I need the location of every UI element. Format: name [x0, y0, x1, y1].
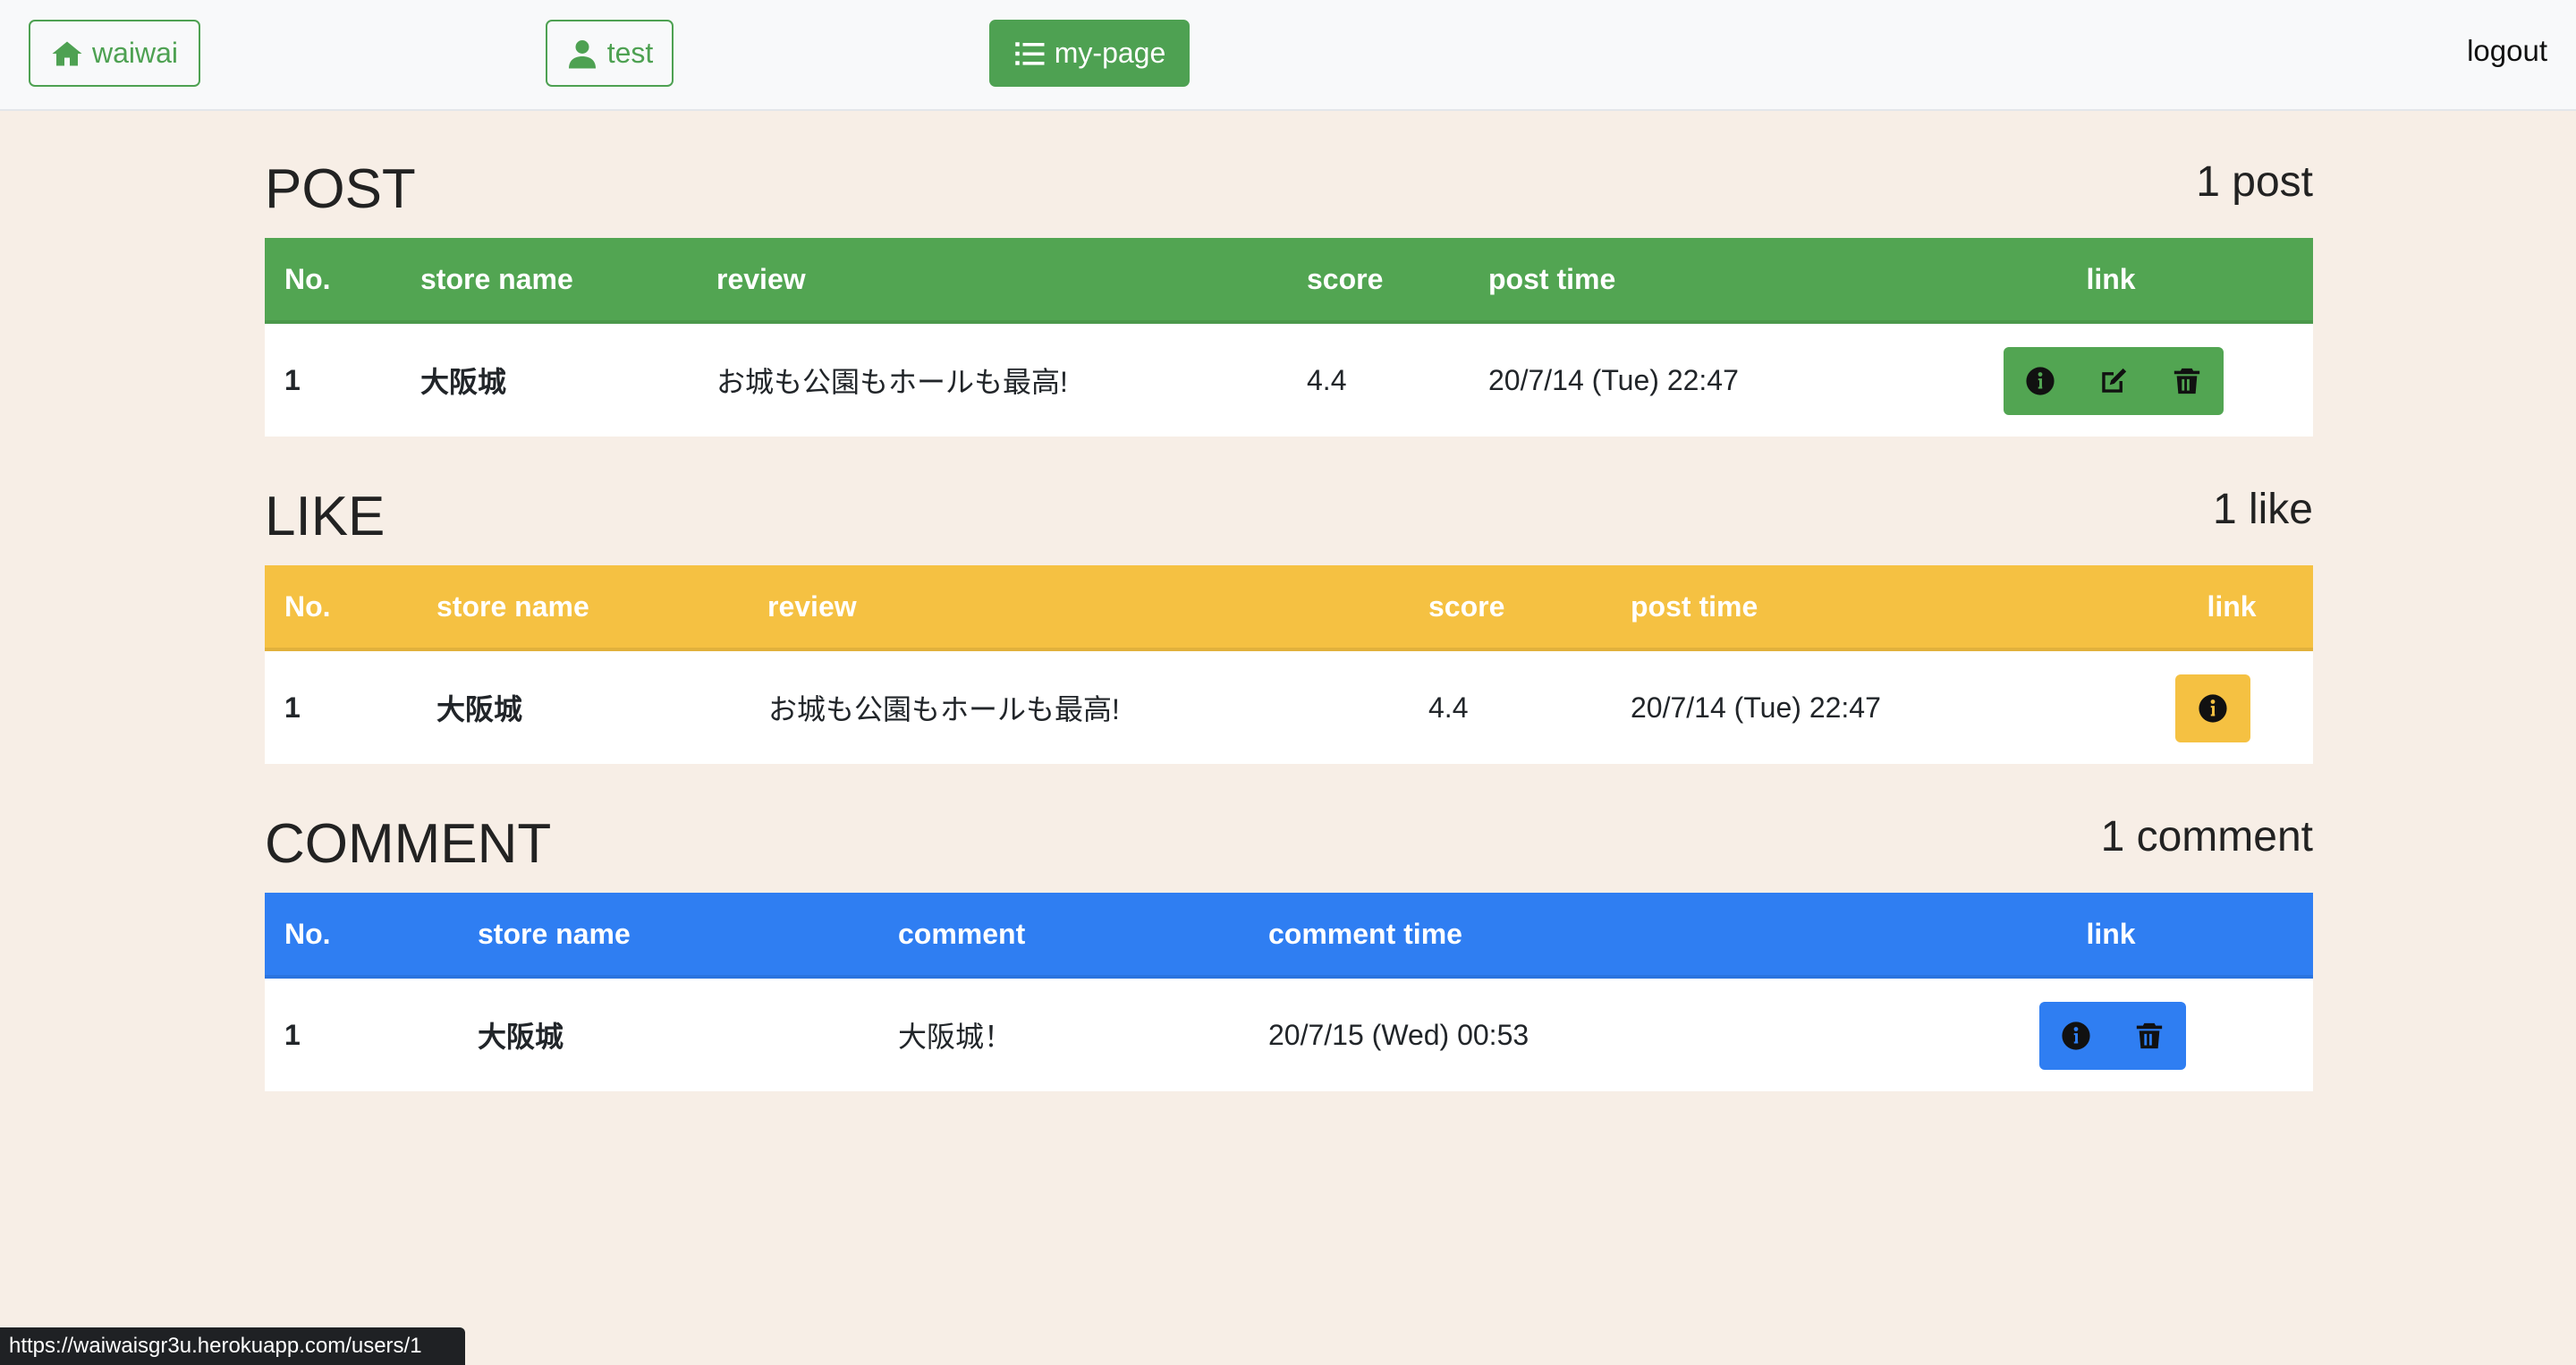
column-header: post time — [1488, 262, 1616, 295]
info-button[interactable] — [2175, 674, 2250, 742]
row-number: 1 — [284, 363, 301, 396]
like-actions — [2175, 674, 2250, 742]
column-header: No. — [284, 262, 331, 295]
column-header: score — [1307, 262, 1384, 295]
user-button[interactable]: test — [546, 20, 674, 87]
info-circle-icon — [2026, 367, 2055, 395]
user-button-label: test — [606, 37, 654, 69]
comment-section: COMMENT 1 comment No. store name comment… — [265, 812, 2313, 1098]
edit-button[interactable] — [2077, 347, 2150, 415]
status-bar-url: https://waiwaisgr3u.herokuapp.com/users/… — [0, 1327, 465, 1365]
column-header: link — [2086, 262, 2136, 295]
comment-text: 大阪城！ — [898, 1021, 1013, 1053]
store-name: 大阪城 — [420, 366, 507, 398]
column-header: No. — [284, 589, 331, 623]
like-count: 1 like — [2212, 486, 2313, 533]
row-number: 1 — [284, 691, 301, 724]
post-section: POST 1 post No. store name review score … — [265, 157, 2313, 444]
list-ol-icon — [1015, 41, 1045, 65]
comment-table: No. store name comment comment time link… — [265, 893, 2313, 1091]
row-number: 1 — [284, 1018, 301, 1051]
store-name: 大阪城 — [478, 1021, 564, 1053]
my-page-button-label: my-page — [1054, 37, 1166, 69]
like-section-title: LIKE — [265, 486, 386, 547]
delete-button[interactable] — [2150, 347, 2224, 415]
navbar: waiwai test my-page logout — [0, 0, 2576, 111]
trash-icon — [2174, 368, 2200, 394]
score: 4.4 — [1307, 363, 1347, 396]
logout-link[interactable]: logout — [2467, 34, 2547, 68]
column-header: link — [2207, 589, 2257, 623]
column-header: review — [716, 262, 806, 295]
table-row: 1 大阪城 お城も公園もホールも最高! 4.4 20/7/14 (Tue) 22… — [265, 324, 2313, 437]
info-circle-icon — [2199, 694, 2227, 723]
info-button[interactable] — [2039, 1002, 2113, 1070]
column-header: store name — [478, 917, 631, 950]
comment-table-header: No. store name comment comment time link — [265, 893, 2313, 979]
column-header: post time — [1631, 589, 1758, 623]
user-icon — [568, 39, 596, 68]
post-table-header: No. store name review score post time li… — [265, 238, 2313, 324]
comment-time: 20/7/15 (Wed) 00:53 — [1268, 1018, 1530, 1051]
column-header: score — [1428, 589, 1505, 623]
column-header: link — [2086, 917, 2136, 950]
post-count: 1 post — [2196, 158, 2313, 206]
comment-count: 1 comment — [2100, 813, 2313, 861]
score: 4.4 — [1428, 691, 1469, 724]
store-name: 大阪城 — [436, 693, 523, 725]
edit-icon — [2102, 368, 2127, 393]
post-action-group — [2004, 347, 2224, 415]
trash-icon — [2136, 1022, 2163, 1049]
post-time: 20/7/14 (Tue) 22:47 — [1631, 691, 1881, 724]
column-header: store name — [436, 589, 589, 623]
post-section-title: POST — [265, 158, 416, 220]
info-circle-icon — [2062, 1022, 2090, 1050]
column-header: store name — [420, 262, 573, 295]
column-header: comment time — [1268, 917, 1462, 950]
like-table-header: No. store name review score post time li… — [265, 565, 2313, 651]
my-page-button[interactable]: my-page — [989, 20, 1190, 87]
like-table: No. store name review score post time li… — [265, 565, 2313, 764]
column-header: review — [767, 589, 857, 623]
review-text: お城も公園もホールも最高! — [716, 366, 1068, 398]
info-button[interactable] — [2004, 347, 2077, 415]
column-header: comment — [898, 917, 1026, 950]
home-icon — [52, 41, 82, 65]
comment-action-group — [2039, 1002, 2186, 1070]
post-table: No. store name review score post time li… — [265, 238, 2313, 437]
post-time: 20/7/14 (Tue) 22:47 — [1488, 363, 1739, 396]
column-header: No. — [284, 917, 331, 950]
review-text: お城も公園もホールも最高! — [768, 693, 1120, 725]
table-row: 1 大阪城 お城も公園もホールも最高! 4.4 20/7/14 (Tue) 22… — [265, 651, 2313, 764]
post-actions — [2004, 347, 2224, 415]
comment-section-title: COMMENT — [265, 813, 552, 875]
like-section: LIKE 1 like No. store name review score … — [265, 485, 2313, 771]
comment-actions — [2039, 1002, 2186, 1070]
delete-button[interactable] — [2113, 1002, 2186, 1070]
table-row: 1 大阪城 大阪城！ 20/7/15 (Wed) 00:53 — [265, 979, 2313, 1091]
home-button-label: waiwai — [91, 37, 179, 69]
home-button[interactable]: waiwai — [29, 20, 200, 87]
